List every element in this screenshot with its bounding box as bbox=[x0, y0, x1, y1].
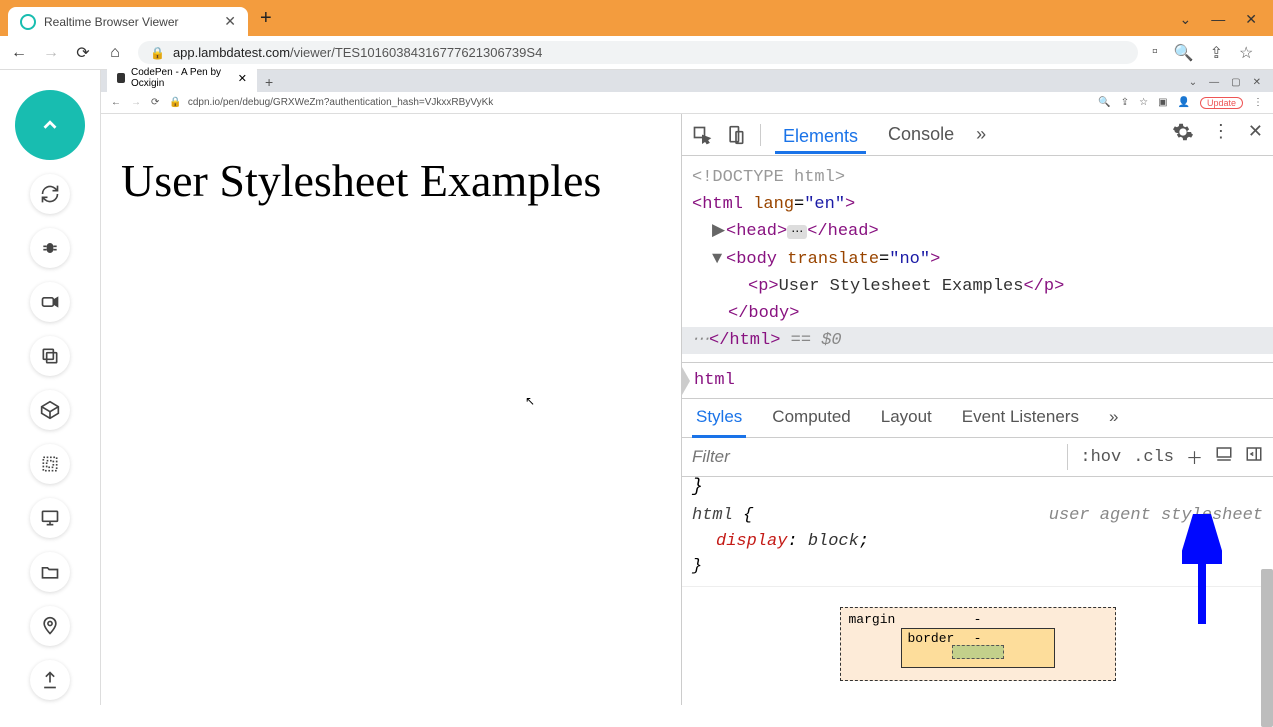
inner-restore-icon[interactable]: ▢ bbox=[1231, 77, 1240, 88]
inner-forward-icon[interactable]: → bbox=[131, 97, 141, 108]
inner-toolbar: ← → ⟳ 🔒 cdpn.io/pen/debug/GRXWeZm?authen… bbox=[101, 92, 1273, 114]
inner-back-icon[interactable]: ← bbox=[111, 97, 121, 108]
inner-chevron-icon[interactable]: ⌄ bbox=[1189, 77, 1197, 88]
new-rule-icon[interactable]: ＋ bbox=[1186, 444, 1203, 470]
sidebar-layout-button[interactable] bbox=[30, 444, 70, 484]
computed-panel-icon[interactable] bbox=[1215, 445, 1233, 469]
devtools-header: Elements Console » ⋮ ✕ bbox=[682, 114, 1273, 156]
mouse-cursor: ↖ bbox=[525, 394, 535, 408]
prev-rule-close: } bbox=[692, 477, 703, 497]
inner-browser-tab[interactable]: CodePen - A Pen by Ocxigin ✕ bbox=[107, 64, 257, 92]
lambdatest-sidebar bbox=[0, 70, 100, 705]
back-icon[interactable]: ← bbox=[10, 44, 28, 62]
sidebar-main-button[interactable] bbox=[15, 90, 85, 160]
devtools-panel: Elements Console » ⋮ ✕ <!DOCTYPE html> <… bbox=[681, 114, 1273, 705]
inner-avatar-icon[interactable]: 👤 bbox=[1178, 97, 1190, 108]
inner-minimize-icon[interactable]: — bbox=[1209, 77, 1219, 88]
styles-tabs: Styles Computed Layout Event Listeners » bbox=[682, 399, 1273, 438]
tab-elements[interactable]: Elements bbox=[775, 122, 866, 154]
home-icon[interactable]: ⌂ bbox=[106, 44, 124, 62]
lock-icon: 🔒 bbox=[150, 46, 165, 60]
styles-filter-input[interactable] bbox=[692, 447, 1053, 467]
tab-computed[interactable]: Computed bbox=[768, 399, 854, 437]
sidebar-toggle-icon[interactable] bbox=[1245, 445, 1263, 469]
sidebar-bug-button[interactable] bbox=[30, 228, 70, 268]
sidebar-monitor-button[interactable] bbox=[30, 498, 70, 538]
inner-tab-title: CodePen - A Pen by Ocxigin bbox=[131, 67, 232, 89]
settings-icon[interactable] bbox=[1172, 121, 1194, 148]
new-tab-button[interactable]: + bbox=[260, 7, 272, 36]
css-rule[interactable]: user agent stylesheet html { display: bl… bbox=[682, 497, 1273, 587]
more-tabs-icon[interactable]: » bbox=[976, 124, 986, 145]
inner-right-icons: 🔍 ⇪ ☆ ▣ 👤 Update ⋮ bbox=[1098, 97, 1263, 109]
close-window-icon[interactable]: ✕ bbox=[1245, 11, 1257, 28]
outer-right-icons: ▫ 🔍 ⇪ ☆ bbox=[1152, 43, 1253, 63]
devtools-close-icon[interactable]: ✕ bbox=[1248, 121, 1263, 148]
kebab-menu-icon[interactable]: ⋮ bbox=[1212, 121, 1230, 148]
zoom-icon[interactable]: 🔍 bbox=[1174, 43, 1194, 63]
tab-styles[interactable]: Styles bbox=[692, 399, 746, 438]
sidebar-sync-button[interactable] bbox=[30, 174, 70, 214]
inner-tabstrip: CodePen - A Pen by Ocxigin ✕ + ⌄ — ▢ ✕ bbox=[101, 70, 1273, 92]
inner-address-bar[interactable]: 🔒 cdpn.io/pen/debug/GRXWeZm?authenticati… bbox=[169, 97, 1088, 108]
share-icon[interactable]: ⇪ bbox=[1210, 43, 1223, 63]
sidebar-upload-button[interactable] bbox=[30, 660, 70, 700]
reload-icon[interactable]: ⟳ bbox=[74, 43, 92, 63]
inner-zoom-icon[interactable]: 🔍 bbox=[1098, 97, 1110, 108]
bookmark-icon[interactable]: ☆ bbox=[1239, 43, 1253, 63]
codepen-favicon bbox=[117, 73, 125, 83]
inner-share-icon[interactable]: ⇪ bbox=[1121, 97, 1129, 108]
restore-icon[interactable]: — bbox=[1211, 11, 1225, 28]
hov-toggle[interactable]: :hov bbox=[1080, 448, 1121, 467]
margin-label: margin bbox=[849, 612, 896, 627]
sidebar-video-button[interactable] bbox=[30, 282, 70, 322]
device-toggle-icon[interactable] bbox=[726, 125, 746, 145]
dom-tree[interactable]: <!DOCTYPE html> <html lang="en"> ▶<head>… bbox=[682, 156, 1273, 363]
outer-url: app.lambdatest.com/viewer/TES10160384316… bbox=[173, 45, 542, 60]
devtools-scrollbar[interactable] bbox=[1261, 569, 1273, 727]
dom-breadcrumb[interactable]: html bbox=[682, 363, 1273, 399]
window-controls: ⌄ — ✕ bbox=[1172, 5, 1265, 36]
inner-new-tab-button[interactable]: + bbox=[265, 74, 273, 92]
sidebar-location-button[interactable] bbox=[30, 606, 70, 646]
outer-address-bar[interactable]: 🔒 app.lambdatest.com/viewer/TES101603843… bbox=[138, 41, 1138, 64]
forward-icon[interactable]: → bbox=[42, 44, 60, 62]
minimize-icon[interactable]: ⌄ bbox=[1180, 11, 1192, 28]
outer-tabstrip: Realtime Browser Viewer ✕ + ⌄ — ✕ bbox=[0, 0, 1273, 36]
outer-browser-tab[interactable]: Realtime Browser Viewer ✕ bbox=[8, 7, 248, 36]
padding-box bbox=[952, 645, 1004, 659]
tab-event-listeners[interactable]: Event Listeners bbox=[958, 399, 1083, 437]
inner-close-tab-icon[interactable]: ✕ bbox=[238, 72, 247, 85]
inner-window-controls: ⌄ — ▢ ✕ bbox=[1183, 75, 1267, 92]
translate-icon[interactable]: ▫ bbox=[1152, 43, 1158, 63]
inner-browser: CodePen - A Pen by Ocxigin ✕ + ⌄ — ▢ ✕ ←… bbox=[100, 70, 1273, 705]
tab-layout[interactable]: Layout bbox=[877, 399, 936, 437]
sidebar-folder-button[interactable] bbox=[30, 552, 70, 592]
box-model-diagram[interactable]: margin - border - bbox=[682, 587, 1273, 681]
styles-filter-row: :hov .cls ＋ bbox=[682, 438, 1273, 477]
close-tab-icon[interactable]: ✕ bbox=[224, 13, 236, 30]
rendered-page: User Stylesheet Examples ↖ bbox=[101, 114, 681, 705]
cls-toggle[interactable]: .cls bbox=[1133, 448, 1174, 467]
lambdatest-favicon bbox=[20, 14, 36, 30]
tab-console[interactable]: Console bbox=[880, 120, 962, 149]
sidebar-copy-button[interactable] bbox=[30, 336, 70, 376]
inner-menu-icon[interactable]: ⋮ bbox=[1253, 97, 1263, 108]
rule-source: user agent stylesheet bbox=[1049, 503, 1263, 529]
sidebar-cube-button[interactable] bbox=[30, 390, 70, 430]
inspect-icon[interactable] bbox=[692, 125, 712, 145]
doctype-node: <!DOCTYPE html> bbox=[692, 168, 845, 187]
update-button[interactable]: Update bbox=[1200, 97, 1243, 109]
inner-reload-icon[interactable]: ⟳ bbox=[151, 97, 159, 108]
inner-puzzle-icon[interactable]: ▣ bbox=[1158, 97, 1167, 108]
inner-lock-icon: 🔒 bbox=[169, 97, 181, 108]
border-label: border bbox=[908, 631, 955, 646]
inner-url: cdpn.io/pen/debug/GRXWeZm?authentication… bbox=[188, 97, 493, 108]
page-heading: User Stylesheet Examples bbox=[121, 154, 661, 207]
inner-close-window-icon[interactable]: ✕ bbox=[1253, 77, 1261, 88]
selected-dom-node[interactable]: ⋯</html> == $0 bbox=[682, 327, 1273, 354]
inner-star-icon[interactable]: ☆ bbox=[1139, 97, 1148, 108]
more-styles-tabs-icon[interactable]: » bbox=[1105, 399, 1122, 437]
outer-tab-title: Realtime Browser Viewer bbox=[44, 15, 179, 29]
